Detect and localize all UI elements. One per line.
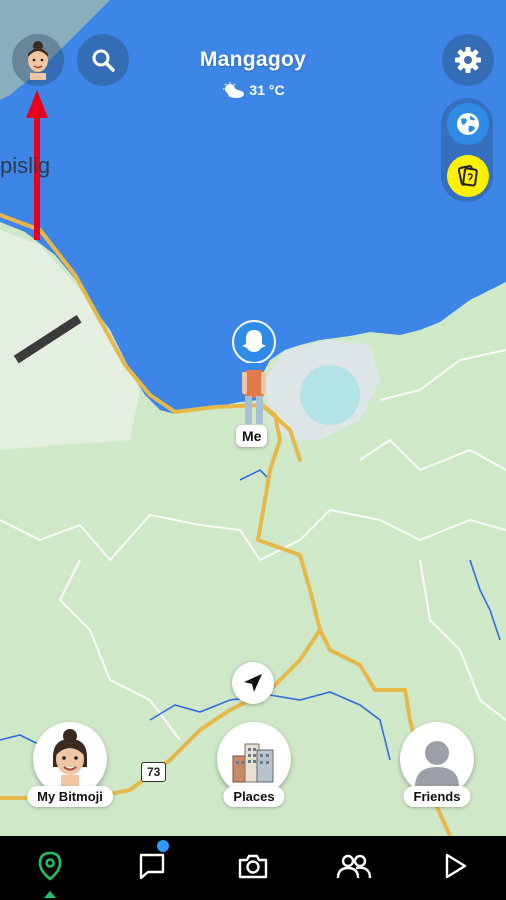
places-circle xyxy=(217,722,291,796)
my-location-label: Me xyxy=(236,425,268,447)
my-location-pin[interactable] xyxy=(226,320,282,426)
nav-stories[interactable] xyxy=(433,844,477,888)
search-button[interactable] xyxy=(77,34,129,86)
bitmoji-circle xyxy=(33,722,107,796)
nav-camera[interactable] xyxy=(231,844,275,888)
bitmoji-avatar-icon xyxy=(53,729,87,791)
friends-tile[interactable]: Friends xyxy=(387,722,487,812)
bottom-navbar xyxy=(0,836,506,900)
buildings-icon xyxy=(232,743,274,783)
places-tile[interactable]: Places xyxy=(204,722,304,812)
my-bitmoji-label: My Bitmoji xyxy=(27,786,113,807)
globe-button[interactable] xyxy=(447,103,489,145)
navigation-arrow-icon xyxy=(244,674,262,692)
chat-icon xyxy=(139,853,165,880)
friends-icon xyxy=(336,854,372,879)
my-bitmoji-tile[interactable]: My Bitmoji xyxy=(20,722,120,812)
bitmoji-avatar-icon xyxy=(28,41,48,80)
nav-chat[interactable] xyxy=(130,844,174,888)
nav-friends[interactable] xyxy=(332,844,376,888)
memories-button[interactable] xyxy=(447,155,489,197)
places-label: Places xyxy=(223,786,285,807)
friends-circle xyxy=(400,722,474,796)
weather-info: 31 °C xyxy=(150,82,356,98)
stories-icon xyxy=(445,853,467,879)
chat-notification-dot xyxy=(157,840,169,852)
gear-icon xyxy=(455,47,481,73)
memories-icon xyxy=(457,165,478,187)
search-icon xyxy=(92,49,115,72)
friends-label: Friends xyxy=(403,786,471,807)
location-title: Mangagoy xyxy=(199,48,307,71)
road-number-shield: 73 xyxy=(141,762,167,782)
recenter-button[interactable] xyxy=(232,662,274,704)
map-icon xyxy=(38,851,62,881)
nav-map[interactable] xyxy=(28,844,72,888)
temperature-text: 31 °C xyxy=(249,82,285,98)
partly-cloudy-icon xyxy=(223,82,245,98)
settings-button[interactable] xyxy=(442,34,494,86)
camera-icon xyxy=(238,854,268,879)
active-tab-indicator xyxy=(44,891,56,898)
map-place-label: pislig xyxy=(0,153,51,178)
globe-icon xyxy=(457,113,479,135)
profile-avatar-button[interactable] xyxy=(12,34,64,86)
default-avatar-icon xyxy=(415,741,459,787)
